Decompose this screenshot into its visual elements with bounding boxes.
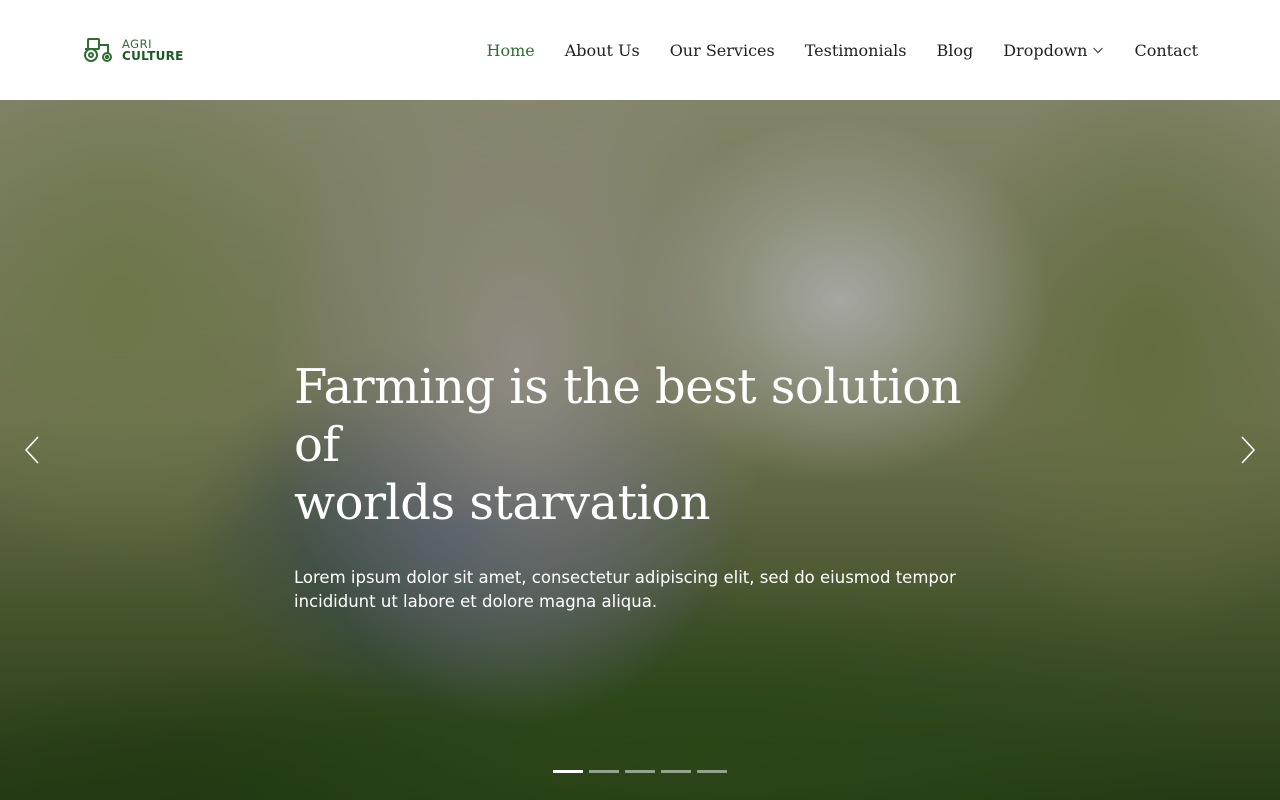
chevron-right-icon[interactable] [1236, 433, 1260, 467]
hero-carousel: Farming is the best solution of worlds s… [0, 100, 1280, 800]
nav-item-label: Contact [1134, 40, 1198, 60]
nav-item-contact[interactable]: Contact [1134, 41, 1198, 60]
nav-item-label: Blog [936, 40, 974, 60]
nav-item-label: Our Services [669, 40, 775, 60]
brand-logo[interactable]: AGRI CULTURE [82, 36, 184, 64]
nav-item-label: Testimonials [804, 40, 907, 60]
hero-title-line: Farming is the best solution of [294, 359, 962, 473]
carousel-indicators [553, 770, 733, 773]
hero-caption: Farming is the best solution of worlds s… [294, 358, 994, 614]
nav-item-our-services[interactable]: Our Services [670, 41, 775, 60]
nav-item-label: Dropdown [1003, 40, 1088, 60]
nav-item-dropdown[interactable]: Dropdown [1003, 41, 1104, 60]
main-nav: Home About Us Our Services Testimonials … [487, 41, 1199, 60]
hero-title: Farming is the best solution of worlds s… [294, 358, 994, 532]
nav-item-testimonials[interactable]: Testimonials [805, 41, 907, 60]
brand-bottom-text: CULTURE [122, 49, 184, 63]
chevron-left-icon[interactable] [20, 433, 44, 467]
site-header: AGRI CULTURE Home About Us Our Services … [0, 0, 1280, 100]
tractor-icon [84, 38, 112, 62]
carousel-indicator[interactable] [589, 770, 619, 773]
carousel-indicator[interactable] [625, 770, 655, 773]
nav-item-label: About Us [564, 40, 640, 60]
hero-description: Lorem ipsum dolor sit amet, consectetur … [294, 568, 956, 611]
nav-item-home[interactable]: Home [487, 41, 535, 60]
carousel-indicator[interactable] [553, 770, 583, 773]
nav-item-about-us[interactable]: About Us [565, 41, 640, 60]
nav-item-blog[interactable]: Blog [936, 41, 973, 60]
carousel-indicator[interactable] [661, 770, 691, 773]
chevron-down-icon [1093, 47, 1104, 54]
hero-title-line: worlds starvation [294, 475, 711, 531]
carousel-indicator[interactable] [697, 770, 727, 773]
nav-item-label: Home [486, 40, 535, 60]
